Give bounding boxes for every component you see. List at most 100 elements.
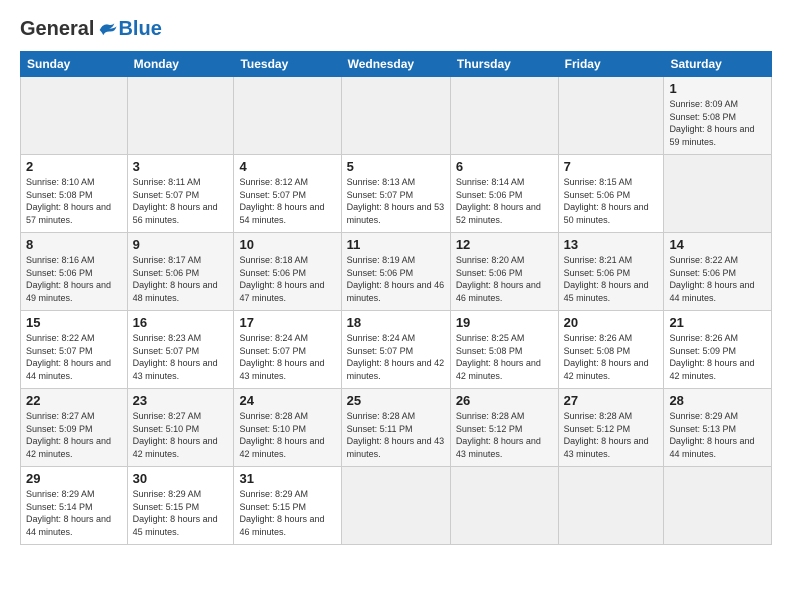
day-info: Sunrise: 8:24 AMSunset: 5:07 PMDaylight:… bbox=[239, 332, 335, 382]
day-info: Sunrise: 8:29 AMSunset: 5:14 PMDaylight:… bbox=[26, 488, 122, 538]
day-info: Sunrise: 8:22 AMSunset: 5:07 PMDaylight:… bbox=[26, 332, 122, 382]
calendar-week-row: 15 Sunrise: 8:22 AMSunset: 5:07 PMDayligh… bbox=[21, 311, 772, 389]
day-number: 21 bbox=[669, 315, 766, 330]
calendar-week-row: 1 Sunrise: 8:09 AMSunset: 5:08 PMDaylight… bbox=[21, 77, 772, 155]
calendar-cell: 17 Sunrise: 8:24 AMSunset: 5:07 PMDayligh… bbox=[234, 311, 341, 389]
calendar-week-row: 2 Sunrise: 8:10 AMSunset: 5:08 PMDaylight… bbox=[21, 155, 772, 233]
day-number: 4 bbox=[239, 159, 335, 174]
calendar-cell: 20 Sunrise: 8:26 AMSunset: 5:08 PMDayligh… bbox=[558, 311, 664, 389]
calendar-cell: 30 Sunrise: 8:29 AMSunset: 5:15 PMDayligh… bbox=[127, 467, 234, 545]
day-info: Sunrise: 8:26 AMSunset: 5:09 PMDaylight:… bbox=[669, 332, 766, 382]
calendar-cell bbox=[450, 77, 558, 155]
day-info: Sunrise: 8:28 AMSunset: 5:10 PMDaylight:… bbox=[239, 410, 335, 460]
day-info: Sunrise: 8:09 AMSunset: 5:08 PMDaylight:… bbox=[669, 98, 766, 148]
day-info: Sunrise: 8:16 AMSunset: 5:06 PMDaylight:… bbox=[26, 254, 122, 304]
calendar-cell: 22 Sunrise: 8:27 AMSunset: 5:09 PMDayligh… bbox=[21, 389, 128, 467]
day-number: 6 bbox=[456, 159, 553, 174]
calendar-cell: 9Sunrise: 8:17 AMSunset: 5:06 PMDaylight… bbox=[127, 233, 234, 311]
calendar-body: 1 Sunrise: 8:09 AMSunset: 5:08 PMDaylight… bbox=[21, 77, 772, 545]
day-number: 31 bbox=[239, 471, 335, 486]
calendar-cell: 7Sunrise: 8:15 AMSunset: 5:06 PMDaylight… bbox=[558, 155, 664, 233]
day-number: 18 bbox=[347, 315, 445, 330]
day-info: Sunrise: 8:17 AMSunset: 5:06 PMDaylight:… bbox=[133, 254, 229, 304]
calendar-cell: 25Sunrise: 8:28 AMSunset: 5:11 PMDayligh… bbox=[341, 389, 450, 467]
calendar-cell: 8 Sunrise: 8:16 AMSunset: 5:06 PMDaylight… bbox=[21, 233, 128, 311]
day-info: Sunrise: 8:29 AMSunset: 5:15 PMDaylight:… bbox=[133, 488, 229, 538]
day-info: Sunrise: 8:19 AMSunset: 5:06 PMDaylight:… bbox=[347, 254, 445, 304]
calendar-cell bbox=[450, 467, 558, 545]
day-info: Sunrise: 8:21 AMSunset: 5:06 PMDaylight:… bbox=[564, 254, 659, 304]
day-number: 8 bbox=[26, 237, 122, 252]
weekday-header: Saturday bbox=[664, 52, 772, 77]
day-number: 27 bbox=[564, 393, 659, 408]
day-info: Sunrise: 8:28 AMSunset: 5:11 PMDaylight:… bbox=[347, 410, 445, 460]
weekday-header: Monday bbox=[127, 52, 234, 77]
calendar-cell bbox=[341, 77, 450, 155]
day-number: 10 bbox=[239, 237, 335, 252]
day-number: 15 bbox=[26, 315, 122, 330]
day-info: Sunrise: 8:27 AMSunset: 5:09 PMDaylight:… bbox=[26, 410, 122, 460]
day-info: Sunrise: 8:20 AMSunset: 5:06 PMDaylight:… bbox=[456, 254, 553, 304]
day-info: Sunrise: 8:12 AMSunset: 5:07 PMDaylight:… bbox=[239, 176, 335, 226]
calendar-cell: 15 Sunrise: 8:22 AMSunset: 5:07 PMDayligh… bbox=[21, 311, 128, 389]
calendar-cell bbox=[664, 467, 772, 545]
day-info: Sunrise: 8:28 AMSunset: 5:12 PMDaylight:… bbox=[564, 410, 659, 460]
calendar-header: SundayMondayTuesdayWednesdayThursdayFrid… bbox=[21, 52, 772, 77]
day-info: Sunrise: 8:11 AMSunset: 5:07 PMDaylight:… bbox=[133, 176, 229, 226]
day-info: Sunrise: 8:26 AMSunset: 5:08 PMDaylight:… bbox=[564, 332, 659, 382]
day-info: Sunrise: 8:15 AMSunset: 5:06 PMDaylight:… bbox=[564, 176, 659, 226]
calendar-cell: 5 Sunrise: 8:13 AMSunset: 5:07 PMDaylight… bbox=[341, 155, 450, 233]
calendar-cell bbox=[234, 77, 341, 155]
day-info: Sunrise: 8:29 AMSunset: 5:13 PMDaylight:… bbox=[669, 410, 766, 460]
calendar-cell: 23 Sunrise: 8:27 AMSunset: 5:10 PMDayligh… bbox=[127, 389, 234, 467]
calendar-cell: 2 Sunrise: 8:10 AMSunset: 5:08 PMDaylight… bbox=[21, 155, 128, 233]
calendar-cell: 10 Sunrise: 8:18 AMSunset: 5:06 PMDayligh… bbox=[234, 233, 341, 311]
calendar-cell bbox=[664, 155, 772, 233]
calendar-cell: 12 Sunrise: 8:20 AMSunset: 5:06 PMDayligh… bbox=[450, 233, 558, 311]
day-number: 22 bbox=[26, 393, 122, 408]
header-row: SundayMondayTuesdayWednesdayThursdayFrid… bbox=[21, 52, 772, 77]
day-number: 19 bbox=[456, 315, 553, 330]
page-container: General Blue SundayMondayTuesdayWednesda… bbox=[0, 0, 792, 555]
calendar-cell: 13 Sunrise: 8:21 AMSunset: 5:06 PMDayligh… bbox=[558, 233, 664, 311]
day-number: 26 bbox=[456, 393, 553, 408]
day-info: Sunrise: 8:24 AMSunset: 5:07 PMDaylight:… bbox=[347, 332, 445, 382]
calendar-cell bbox=[341, 467, 450, 545]
calendar-week-row: 8 Sunrise: 8:16 AMSunset: 5:06 PMDaylight… bbox=[21, 233, 772, 311]
calendar-cell: 29Sunrise: 8:29 AMSunset: 5:14 PMDayligh… bbox=[21, 467, 128, 545]
day-number: 14 bbox=[669, 237, 766, 252]
day-info: Sunrise: 8:13 AMSunset: 5:07 PMDaylight:… bbox=[347, 176, 445, 226]
logo-general-text: General bbox=[20, 18, 94, 41]
weekday-header: Friday bbox=[558, 52, 664, 77]
day-number: 2 bbox=[26, 159, 122, 174]
logo: General Blue bbox=[20, 18, 162, 41]
weekday-header: Thursday bbox=[450, 52, 558, 77]
day-info: Sunrise: 8:29 AMSunset: 5:15 PMDaylight:… bbox=[239, 488, 335, 538]
calendar-cell: 6 Sunrise: 8:14 AMSunset: 5:06 PMDaylight… bbox=[450, 155, 558, 233]
calendar-cell: 4 Sunrise: 8:12 AMSunset: 5:07 PMDaylight… bbox=[234, 155, 341, 233]
calendar-cell bbox=[558, 467, 664, 545]
calendar-cell: 14Sunrise: 8:22 AMSunset: 5:06 PMDayligh… bbox=[664, 233, 772, 311]
calendar-cell bbox=[21, 77, 128, 155]
calendar-cell: 28Sunrise: 8:29 AMSunset: 5:13 PMDayligh… bbox=[664, 389, 772, 467]
calendar-cell: 16Sunrise: 8:23 AMSunset: 5:07 PMDayligh… bbox=[127, 311, 234, 389]
weekday-header: Wednesday bbox=[341, 52, 450, 77]
day-number: 17 bbox=[239, 315, 335, 330]
day-number: 20 bbox=[564, 315, 659, 330]
day-number: 16 bbox=[133, 315, 229, 330]
day-number: 1 bbox=[669, 81, 766, 96]
calendar-week-row: 29Sunrise: 8:29 AMSunset: 5:14 PMDayligh… bbox=[21, 467, 772, 545]
header: General Blue bbox=[20, 18, 772, 41]
day-number: 12 bbox=[456, 237, 553, 252]
day-number: 30 bbox=[133, 471, 229, 486]
day-number: 23 bbox=[133, 393, 229, 408]
day-info: Sunrise: 8:18 AMSunset: 5:06 PMDaylight:… bbox=[239, 254, 335, 304]
calendar-cell bbox=[127, 77, 234, 155]
day-info: Sunrise: 8:27 AMSunset: 5:10 PMDaylight:… bbox=[133, 410, 229, 460]
day-number: 13 bbox=[564, 237, 659, 252]
calendar-week-row: 22 Sunrise: 8:27 AMSunset: 5:09 PMDayligh… bbox=[21, 389, 772, 467]
day-number: 5 bbox=[347, 159, 445, 174]
weekday-header: Tuesday bbox=[234, 52, 341, 77]
day-info: Sunrise: 8:10 AMSunset: 5:08 PMDaylight:… bbox=[26, 176, 122, 226]
day-info: Sunrise: 8:14 AMSunset: 5:06 PMDaylight:… bbox=[456, 176, 553, 226]
